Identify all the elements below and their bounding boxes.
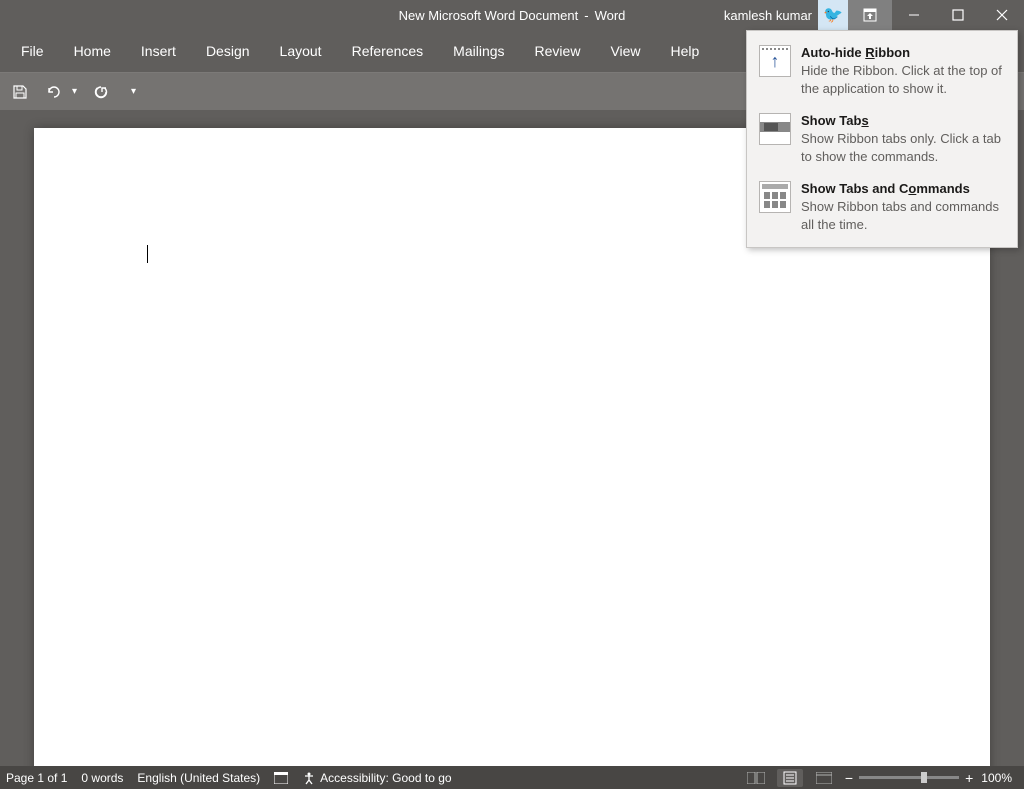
- redo-icon: [93, 84, 109, 100]
- bird-icon: 🐦: [823, 5, 843, 25]
- zoom-slider[interactable]: − +: [845, 770, 973, 786]
- zoom-thumb[interactable]: [921, 772, 927, 783]
- menu-view[interactable]: View: [595, 33, 655, 69]
- status-accessibility[interactable]: Accessibility: Good to go: [302, 771, 451, 785]
- status-page[interactable]: Page 1 of 1: [6, 771, 67, 785]
- zoom-out-icon[interactable]: −: [845, 770, 853, 786]
- save-button[interactable]: [10, 82, 30, 102]
- web-layout-icon: [816, 772, 832, 784]
- show-tabs-icon: [759, 113, 791, 145]
- qat-customize-dropdown[interactable]: ▾: [131, 86, 136, 97]
- status-macro-icon[interactable]: [274, 772, 288, 784]
- popup-title: Show Tabs and Commands: [801, 181, 1005, 196]
- menu-references[interactable]: References: [337, 33, 439, 69]
- maximize-icon: [952, 9, 964, 21]
- close-icon: [996, 9, 1008, 21]
- menu-insert[interactable]: Insert: [126, 33, 191, 69]
- ribbon-option-show-tabs-commands[interactable]: Show Tabs and Commands Show Ribbon tabs …: [747, 173, 1017, 241]
- document-name: New Microsoft Word Document: [399, 8, 579, 23]
- status-bar: Page 1 of 1 0 words English (United Stat…: [0, 766, 1024, 789]
- ribbon-display-options-menu: ↑ Auto-hide Ribbon Hide the Ribbon. Clic…: [746, 30, 1018, 248]
- status-language[interactable]: English (United States): [137, 771, 260, 785]
- title-separator: -: [584, 8, 588, 23]
- undo-dropdown[interactable]: ▾: [72, 86, 77, 97]
- save-icon: [12, 84, 28, 100]
- menu-home[interactable]: Home: [59, 33, 126, 69]
- popup-title: Auto-hide Ribbon: [801, 45, 1005, 60]
- popup-desc: Show Ribbon tabs only. Click a tab to sh…: [801, 130, 1005, 165]
- accessibility-icon: [302, 771, 316, 785]
- menu-layout[interactable]: Layout: [265, 33, 337, 69]
- view-print-layout[interactable]: [777, 769, 803, 787]
- minimize-button[interactable]: [892, 0, 936, 30]
- text-cursor: [147, 245, 148, 263]
- view-read-mode[interactable]: [743, 769, 769, 787]
- view-web-layout[interactable]: [811, 769, 837, 787]
- user-avatar[interactable]: 🐦: [818, 0, 848, 30]
- undo-button[interactable]: [44, 82, 64, 102]
- ribbon-option-show-tabs[interactable]: Show Tabs Show Ribbon tabs only. Click a…: [747, 105, 1017, 173]
- zoom-in-icon[interactable]: +: [965, 770, 973, 786]
- menu-file[interactable]: File: [6, 33, 59, 69]
- read-mode-icon: [747, 772, 765, 784]
- auto-hide-icon: ↑: [759, 45, 791, 77]
- menu-help[interactable]: Help: [656, 33, 715, 69]
- menu-review[interactable]: Review: [520, 33, 596, 69]
- status-accessibility-label: Accessibility: Good to go: [320, 771, 451, 785]
- show-tabs-commands-icon: [759, 181, 791, 213]
- popup-desc: Show Ribbon tabs and commands all the ti…: [801, 198, 1005, 233]
- close-button[interactable]: [980, 0, 1024, 30]
- zoom-track[interactable]: [859, 776, 959, 779]
- ribbon-options-icon: [863, 8, 877, 22]
- user-name[interactable]: kamlesh kumar: [718, 8, 818, 23]
- popup-title: Show Tabs: [801, 113, 1005, 128]
- print-layout-icon: [783, 771, 797, 785]
- window-title: New Microsoft Word Document - Word: [399, 8, 626, 23]
- app-name: Word: [595, 8, 626, 23]
- status-word-count[interactable]: 0 words: [81, 771, 123, 785]
- macro-icon: [274, 772, 288, 784]
- maximize-button[interactable]: [936, 0, 980, 30]
- ribbon-display-options-button[interactable]: [848, 0, 892, 30]
- ribbon-option-auto-hide[interactable]: ↑ Auto-hide Ribbon Hide the Ribbon. Clic…: [747, 37, 1017, 105]
- title-bar: New Microsoft Word Document - Word kamle…: [0, 0, 1024, 30]
- undo-icon: [45, 84, 63, 100]
- zoom-level[interactable]: 100%: [981, 771, 1012, 785]
- menu-mailings[interactable]: Mailings: [438, 33, 519, 69]
- popup-desc: Hide the Ribbon. Click at the top of the…: [801, 62, 1005, 97]
- minimize-icon: [908, 9, 920, 21]
- menu-design[interactable]: Design: [191, 33, 265, 69]
- redo-button[interactable]: [91, 82, 111, 102]
